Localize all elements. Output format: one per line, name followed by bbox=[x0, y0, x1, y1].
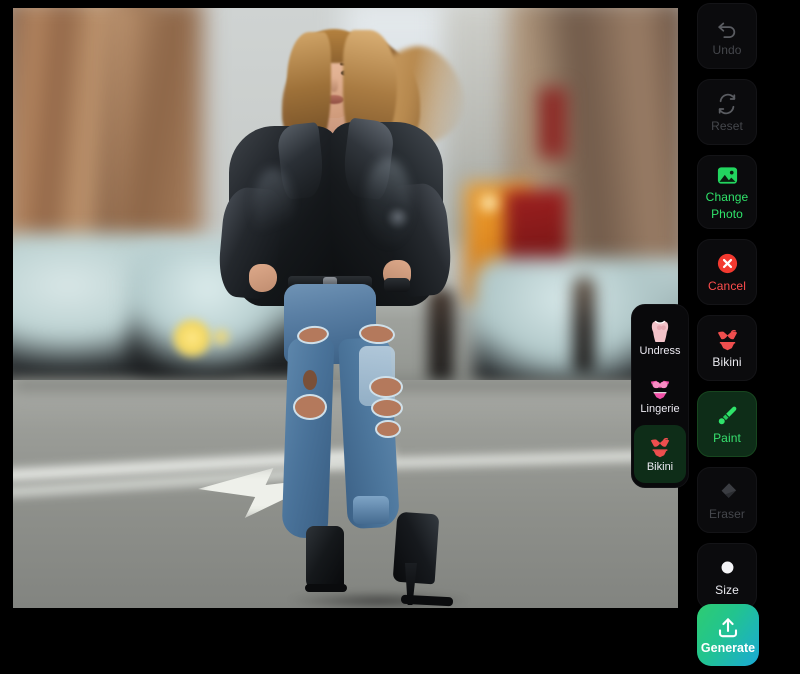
app-root: Undress Lingerie Bikini Undo Reset Chang… bbox=[0, 0, 800, 674]
cancel-label: Cancel bbox=[708, 278, 746, 293]
jeans-cuff-right bbox=[353, 496, 389, 524]
jeans-rip-6 bbox=[373, 400, 401, 416]
hand-left bbox=[249, 264, 277, 292]
undo-icon bbox=[715, 16, 739, 40]
cancel-button[interactable]: Cancel bbox=[697, 239, 757, 305]
mode-button-lingerie[interactable]: Lingerie bbox=[634, 367, 686, 425]
undo-button[interactable]: Undo bbox=[697, 3, 757, 69]
mode-label-undress: Undress bbox=[639, 345, 681, 357]
boot-right bbox=[392, 511, 440, 585]
eraser-icon bbox=[715, 480, 739, 504]
mode-label-lingerie: Lingerie bbox=[640, 403, 680, 415]
nose bbox=[330, 78, 338, 92]
reset-button[interactable]: Reset bbox=[697, 79, 757, 145]
jacket-highlight-right bbox=[365, 158, 411, 246]
jeans-rip-2 bbox=[303, 370, 317, 390]
lingerie-icon bbox=[649, 377, 671, 401]
jeans-faded-patch bbox=[359, 346, 395, 406]
brush-size-dot-icon bbox=[715, 556, 739, 580]
model-figure bbox=[13, 8, 678, 608]
undo-label: Undo bbox=[712, 42, 742, 57]
boot-left-sole bbox=[305, 584, 347, 592]
eraser-label: Eraser bbox=[709, 506, 745, 521]
paint-brush-icon bbox=[715, 404, 739, 428]
bikini-tool-button[interactable]: Bikini bbox=[697, 315, 757, 381]
jeans-rip-7 bbox=[377, 422, 399, 436]
mode-label-bikini: Bikini bbox=[646, 461, 674, 473]
reset-label: Reset bbox=[711, 118, 743, 133]
upload-arrow-icon bbox=[716, 615, 740, 639]
bikini-tool-label: Bikini bbox=[712, 354, 742, 369]
photo-image[interactable] bbox=[13, 8, 678, 608]
mode-button-bikini[interactable]: Bikini bbox=[634, 425, 686, 483]
wrist-watch bbox=[384, 278, 410, 292]
boot-left bbox=[306, 526, 344, 590]
change-photo-button[interactable]: Change Photo bbox=[697, 155, 757, 229]
generate-label: Generate bbox=[700, 641, 756, 655]
jacket-pocket-detail bbox=[385, 204, 411, 230]
change-photo-label-line2: Photo bbox=[711, 207, 743, 221]
size-label: Size bbox=[715, 582, 739, 597]
paint-label: Paint bbox=[713, 430, 741, 445]
cancel-icon bbox=[715, 252, 739, 276]
image-icon bbox=[715, 163, 739, 187]
jacket-highlight-left bbox=[253, 168, 293, 248]
reset-icon bbox=[715, 92, 739, 116]
bikini-icon bbox=[649, 435, 671, 459]
jeans-rip-5 bbox=[371, 378, 401, 396]
eraser-button[interactable]: Eraser bbox=[697, 467, 757, 533]
paint-button[interactable]: Paint bbox=[697, 391, 757, 457]
undress-torso-icon bbox=[649, 319, 671, 343]
jeans-rip-3 bbox=[295, 396, 325, 418]
bikini-icon bbox=[715, 328, 739, 352]
mode-button-undress[interactable]: Undress bbox=[634, 309, 686, 367]
mode-toolbar: Undress Lingerie Bikini bbox=[631, 304, 689, 488]
generate-button[interactable]: Generate bbox=[697, 604, 759, 666]
main-toolbar: Undo Reset Change Photo Cancel Bikini Pa… bbox=[697, 3, 757, 609]
photo-canvas[interactable] bbox=[13, 8, 678, 608]
change-photo-label-line1: Change bbox=[705, 190, 749, 204]
size-button[interactable]: Size bbox=[697, 543, 757, 609]
